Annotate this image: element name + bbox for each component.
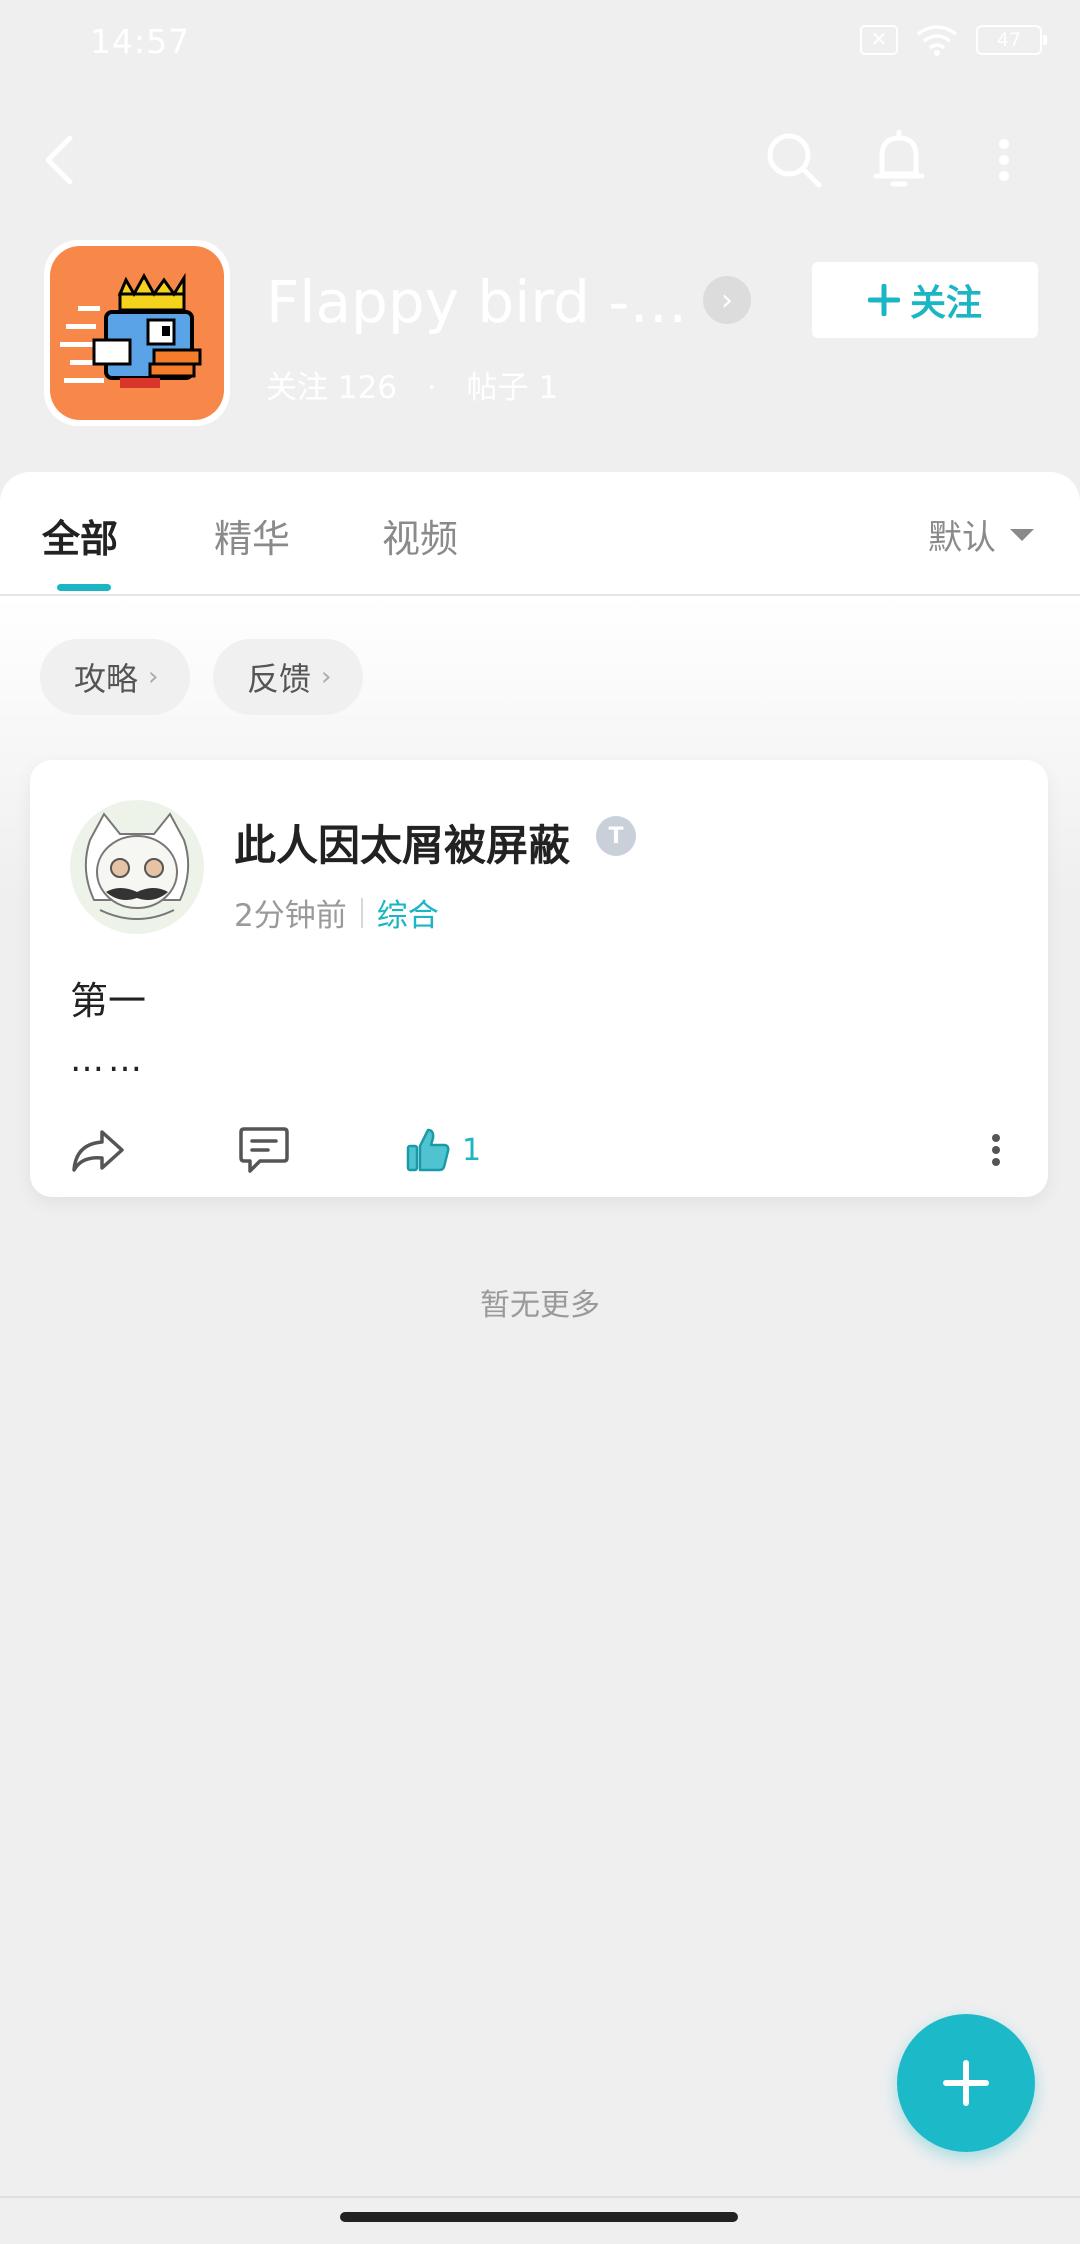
back-arrow-icon [45,135,73,185]
follow-count: 126 [337,370,398,406]
create-post-button[interactable] [897,2014,1035,2152]
status-time: 14:57 [90,22,191,61]
no-more-text: 暂无更多 [480,1288,600,1323]
follow-label: 关注 [266,370,328,406]
more-button[interactable] [964,120,1044,200]
more-vertical-icon [999,139,1009,181]
tab-indicator [57,584,111,591]
follow-button[interactable]: 关注 [812,262,1038,338]
post-category[interactable]: 综合 [377,890,439,935]
like-count: 1 [462,1132,482,1168]
chip-strategy[interactable]: 攻略 › [40,639,191,715]
chip-label: 攻略 [74,660,139,698]
post-more-button[interactable] [990,1110,1002,1190]
chevron-right-icon: › [721,282,733,318]
home-indicator[interactable] [340,2212,738,2222]
stats-separator: · [426,370,437,406]
no-sim-icon: ✕ [860,25,898,55]
page-title: Flappy bird -… [266,268,688,336]
plus-icon [867,284,900,316]
share-button[interactable] [70,1110,126,1190]
caret-down-icon [1010,528,1034,541]
comment-icon [239,1127,289,1173]
post-time: 2分钟前 [234,898,347,934]
thumbs-up-icon [406,1128,450,1172]
level-badge: T [596,816,636,856]
post-text: 第一 [70,979,147,1023]
chevron-right-icon: › [148,662,159,692]
tab-featured[interactable]: 精华 [214,508,290,563]
title-detail-button[interactable]: › [703,276,751,324]
search-button[interactable] [754,120,834,200]
app-icon [44,240,230,426]
post-actions: 1 [30,1110,1048,1190]
bottom-divider [0,2196,1080,2198]
post-label: 帖子 [466,370,529,406]
chip-feedback[interactable]: 反馈 › [213,639,364,715]
status-icons: ✕ 47 [860,24,1047,56]
notification-button[interactable] [859,120,939,200]
content-panel: 全部 精华 视频 默认 攻略 › 反馈 › 此人因太屑被屏蔽 T 2分钟前 综合… [0,472,1080,2244]
plus-icon [943,2060,989,2106]
wifi-icon [916,25,958,56]
tab-all[interactable]: 全部 [42,508,118,563]
comment-button[interactable] [238,1110,290,1190]
back-button[interactable] [20,120,100,200]
post-author[interactable]: 此人因太屑被屏蔽 [234,812,570,873]
bell-icon [873,130,925,187]
follow-button-label: 关注 [909,283,982,324]
post-count: 1 [538,370,559,406]
battery-indicator: 47 [976,25,1047,55]
search-icon [767,133,822,188]
share-icon [72,1130,124,1172]
tab-bar: 全部 精华 视频 默认 [0,472,1080,596]
flappy-bird-logo [50,246,224,420]
post-meta: 2分钟前 综合 [234,890,439,935]
header-stats: 关注 126 · 帖子 1 [266,362,558,407]
tab-video[interactable]: 视频 [382,508,458,563]
more-vertical-icon [992,1134,1000,1166]
chevron-right-icon: › [321,662,332,692]
post-card[interactable]: 此人因太屑被屏蔽 T 2分钟前 综合 第一 …… 1 [30,760,1048,1197]
sort-dropdown[interactable]: 默认 [928,510,1034,559]
chip-label: 反馈 [247,660,312,698]
post-more: …… [70,1040,146,1080]
meta-divider [360,897,363,928]
avatar[interactable] [70,800,204,934]
like-button[interactable]: 1 [404,1110,481,1190]
sort-label: 默认 [928,518,996,558]
